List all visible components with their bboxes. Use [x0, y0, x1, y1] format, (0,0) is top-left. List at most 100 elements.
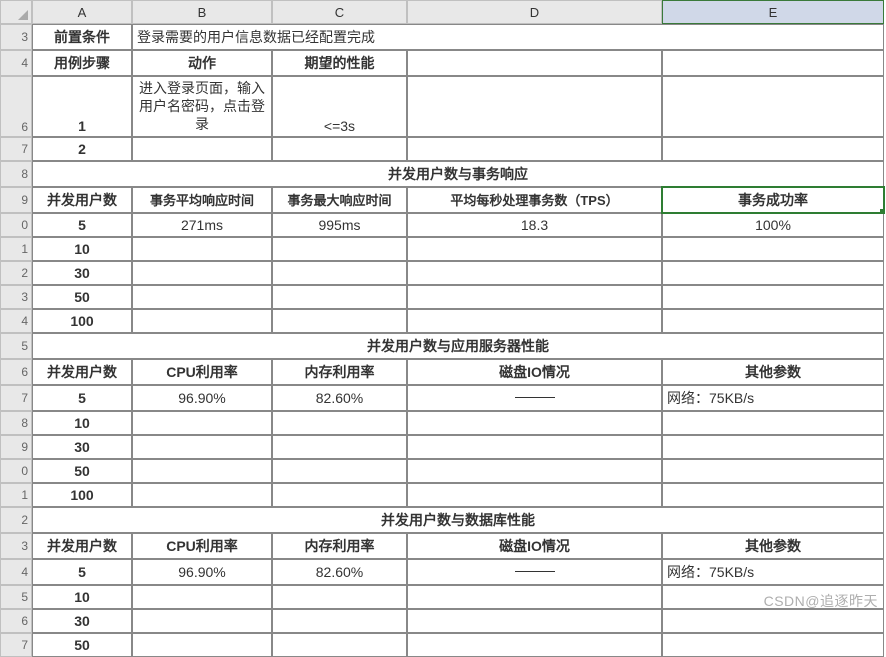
- cell[interactable]: [407, 261, 662, 285]
- cell[interactable]: [662, 459, 884, 483]
- cell[interactable]: [132, 309, 272, 333]
- hdr-users[interactable]: 并发用户数: [32, 359, 132, 385]
- action-text[interactable]: 进入登录页面，输入用户名密码，点击登录: [132, 76, 272, 137]
- cell[interactable]: [272, 309, 407, 333]
- cell[interactable]: [407, 237, 662, 261]
- row-header[interactable]: 5: [0, 585, 32, 609]
- cell[interactable]: [272, 633, 407, 657]
- cell[interactable]: [272, 609, 407, 633]
- col-header-b[interactable]: B: [132, 0, 272, 24]
- users-cell[interactable]: 50: [32, 285, 132, 309]
- users-cell[interactable]: 10: [32, 585, 132, 609]
- row-header[interactable]: 2: [0, 261, 32, 285]
- users-cell[interactable]: 100: [32, 483, 132, 507]
- row-header[interactable]: 4: [0, 50, 32, 76]
- users-cell[interactable]: 30: [32, 435, 132, 459]
- cell[interactable]: [407, 309, 662, 333]
- cell[interactable]: [662, 76, 884, 137]
- cell[interactable]: [662, 137, 884, 161]
- spreadsheet-grid[interactable]: A B C D E 3 前置条件 登录需要的用户信息数据已经配置完成 4 用例步…: [0, 0, 886, 657]
- cell[interactable]: [132, 609, 272, 633]
- cell[interactable]: [407, 609, 662, 633]
- hdr-max-rt[interactable]: 事务最大响应时间: [272, 187, 407, 213]
- row-header[interactable]: 3: [0, 24, 32, 50]
- hdr-cpu[interactable]: CPU利用率: [132, 533, 272, 559]
- row-header[interactable]: 6: [0, 359, 32, 385]
- cell[interactable]: [132, 411, 272, 435]
- row-header[interactable]: 7: [0, 633, 32, 657]
- cpu-cell[interactable]: 96.90%: [132, 559, 272, 585]
- cell[interactable]: [132, 237, 272, 261]
- header-expected[interactable]: 期望的性能: [272, 50, 407, 76]
- other-cell[interactable]: 网络：75KB/s: [662, 385, 884, 411]
- step-number[interactable]: 2: [32, 137, 132, 161]
- row-header[interactable]: 9: [0, 187, 32, 213]
- row-header[interactable]: 1: [0, 237, 32, 261]
- cell[interactable]: [662, 261, 884, 285]
- cell[interactable]: [272, 435, 407, 459]
- mem-cell[interactable]: 82.60%: [272, 385, 407, 411]
- cell[interactable]: [132, 435, 272, 459]
- users-cell[interactable]: 5: [32, 213, 132, 237]
- avg-rt-cell[interactable]: 271ms: [132, 213, 272, 237]
- cell[interactable]: [407, 585, 662, 609]
- hdr-users[interactable]: 并发用户数: [32, 187, 132, 213]
- cell[interactable]: [662, 483, 884, 507]
- cell[interactable]: [132, 483, 272, 507]
- cell[interactable]: [272, 285, 407, 309]
- cell[interactable]: [662, 435, 884, 459]
- mem-cell[interactable]: 82.60%: [272, 559, 407, 585]
- cpu-cell[interactable]: 96.90%: [132, 385, 272, 411]
- disk-cell[interactable]: [407, 385, 662, 411]
- row-header[interactable]: 3: [0, 533, 32, 559]
- users-cell[interactable]: 5: [32, 559, 132, 585]
- users-cell[interactable]: 50: [32, 633, 132, 657]
- users-cell[interactable]: 100: [32, 309, 132, 333]
- row-header[interactable]: 8: [0, 411, 32, 435]
- cell[interactable]: [662, 309, 884, 333]
- row-header[interactable]: 6: [0, 609, 32, 633]
- tps-cell[interactable]: 18.3: [407, 213, 662, 237]
- col-header-e[interactable]: E: [662, 0, 884, 24]
- cell[interactable]: [272, 459, 407, 483]
- section-title-db[interactable]: 并发用户数与数据库性能: [32, 507, 884, 533]
- users-cell[interactable]: 10: [32, 237, 132, 261]
- col-header-d[interactable]: D: [407, 0, 662, 24]
- cell[interactable]: [662, 50, 884, 76]
- hdr-other[interactable]: 其他参数: [662, 359, 884, 385]
- col-header-a[interactable]: A: [32, 0, 132, 24]
- row-header[interactable]: 7: [0, 137, 32, 161]
- cell[interactable]: [407, 285, 662, 309]
- cell[interactable]: [132, 137, 272, 161]
- cell[interactable]: [132, 633, 272, 657]
- hdr-cpu[interactable]: CPU利用率: [132, 359, 272, 385]
- other-cell[interactable]: 网络：75KB/s: [662, 559, 884, 585]
- label-usecase-steps[interactable]: 用例步骤: [32, 50, 132, 76]
- cell[interactable]: [407, 483, 662, 507]
- users-cell[interactable]: 50: [32, 459, 132, 483]
- cell[interactable]: [662, 285, 884, 309]
- cell[interactable]: [407, 50, 662, 76]
- users-cell[interactable]: 10: [32, 411, 132, 435]
- precondition-content[interactable]: 登录需要的用户信息数据已经配置完成: [132, 24, 884, 50]
- cell[interactable]: [272, 137, 407, 161]
- cell[interactable]: [407, 633, 662, 657]
- hdr-mem[interactable]: 内存利用率: [272, 359, 407, 385]
- hdr-diskio[interactable]: 磁盘IO情况: [407, 533, 662, 559]
- cell[interactable]: [407, 137, 662, 161]
- cell[interactable]: [132, 459, 272, 483]
- row-header[interactable]: 5: [0, 333, 32, 359]
- cell[interactable]: [662, 237, 884, 261]
- section-title-response[interactable]: 并发用户数与事务响应: [32, 161, 884, 187]
- row-header[interactable]: 6: [0, 76, 32, 137]
- cell[interactable]: [132, 261, 272, 285]
- hdr-mem[interactable]: 内存利用率: [272, 533, 407, 559]
- cell[interactable]: [407, 76, 662, 137]
- cell[interactable]: [407, 459, 662, 483]
- cell[interactable]: [662, 609, 884, 633]
- row-header[interactable]: 2: [0, 507, 32, 533]
- cell[interactable]: [272, 411, 407, 435]
- header-action[interactable]: 动作: [132, 50, 272, 76]
- row-header[interactable]: 4: [0, 559, 32, 585]
- cell[interactable]: [662, 633, 884, 657]
